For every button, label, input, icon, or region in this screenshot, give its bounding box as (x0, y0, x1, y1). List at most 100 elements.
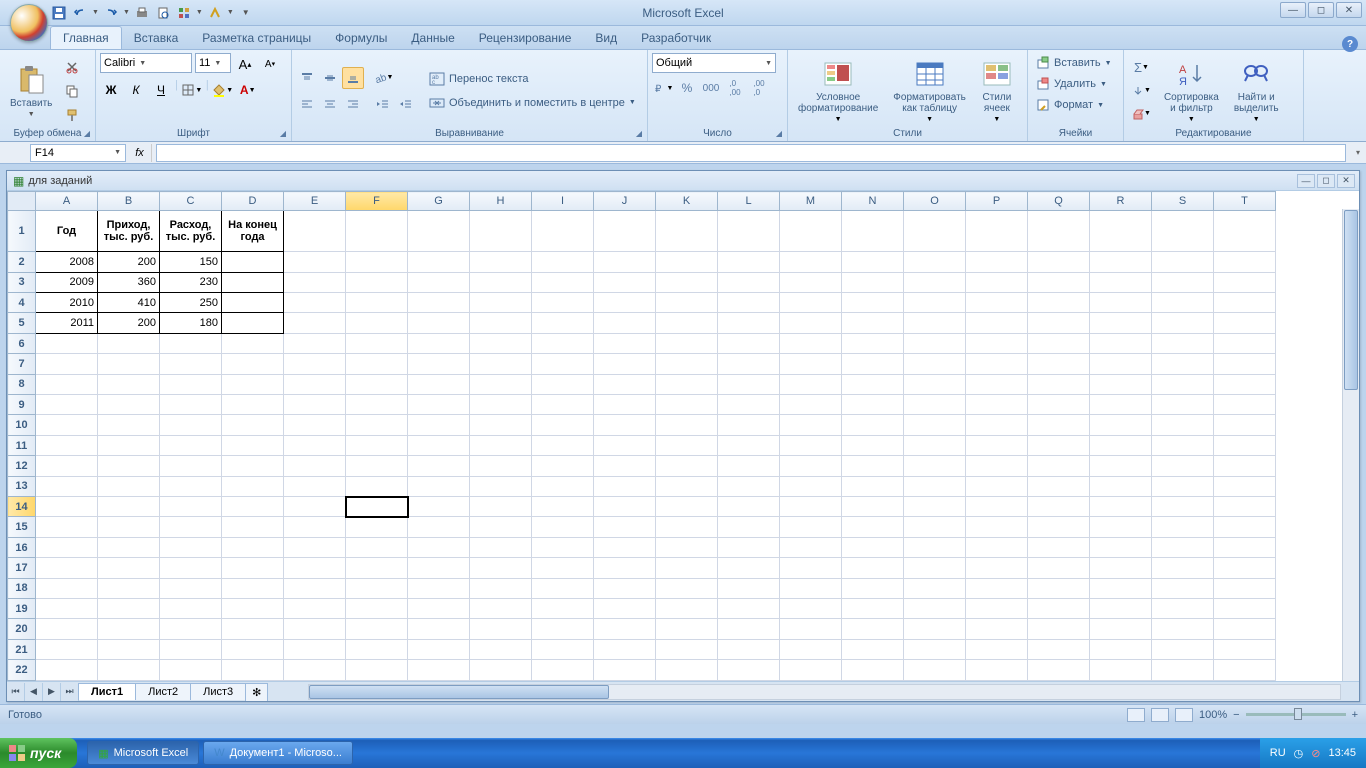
cell-L20[interactable] (718, 619, 780, 639)
col-header-T[interactable]: T (1214, 192, 1276, 211)
cell-R6[interactable] (1090, 333, 1152, 353)
cell-E16[interactable] (284, 537, 346, 557)
cell-D8[interactable] (222, 374, 284, 394)
cell-T1[interactable] (1214, 211, 1276, 252)
cell-P22[interactable] (966, 660, 1028, 681)
cell-R15[interactable] (1090, 517, 1152, 537)
cell-C8[interactable] (160, 374, 222, 394)
row-header-11[interactable]: 11 (8, 435, 36, 455)
cell-J15[interactable] (594, 517, 656, 537)
alignment-launcher[interactable]: ◢ (633, 127, 645, 139)
cell-L15[interactable] (718, 517, 780, 537)
sheet-nav-last[interactable]: ⏭ (61, 683, 79, 701)
cell-D5[interactable] (222, 313, 284, 333)
cell-C18[interactable] (160, 578, 222, 598)
increase-decimal-button[interactable]: ,0,00 (724, 77, 746, 99)
cell-K4[interactable] (656, 292, 718, 312)
cell-M21[interactable] (780, 639, 842, 659)
cell-M2[interactable] (780, 252, 842, 272)
italic-button[interactable]: К (125, 79, 147, 101)
cell-I13[interactable] (532, 476, 594, 496)
cell-J21[interactable] (594, 639, 656, 659)
cell-N10[interactable] (842, 415, 904, 435)
cell-K11[interactable] (656, 435, 718, 455)
tray-icon-1[interactable]: ◷ (1294, 747, 1304, 760)
cell-S11[interactable] (1152, 435, 1214, 455)
cell-M3[interactable] (780, 272, 842, 292)
cell-G16[interactable] (408, 537, 470, 557)
redo-icon[interactable] (102, 4, 120, 22)
cell-A17[interactable] (36, 558, 98, 578)
cell-T14[interactable] (1214, 497, 1276, 517)
cell-O5[interactable] (904, 313, 966, 333)
cell-B3[interactable]: 360 (98, 272, 160, 292)
cell-E8[interactable] (284, 374, 346, 394)
cell-J18[interactable] (594, 578, 656, 598)
cell-G13[interactable] (408, 476, 470, 496)
cell-P10[interactable] (966, 415, 1028, 435)
system-tray[interactable]: RU ◷ ⊘ 13:45 (1260, 738, 1366, 768)
taskbar-item-word[interactable]: WДокумент1 - Microso... (203, 741, 353, 765)
cell-B17[interactable] (98, 558, 160, 578)
minimize-button[interactable]: — (1280, 2, 1306, 18)
sort-filter-button[interactable]: АЯСортировка и фильтр▼ (1158, 56, 1225, 125)
cell-R13[interactable] (1090, 476, 1152, 496)
cell-O19[interactable] (904, 599, 966, 619)
cell-I16[interactable] (532, 537, 594, 557)
cell-G12[interactable] (408, 456, 470, 476)
cell-T13[interactable] (1214, 476, 1276, 496)
cell-M12[interactable] (780, 456, 842, 476)
cell-O16[interactable] (904, 537, 966, 557)
cell-S20[interactable] (1152, 619, 1214, 639)
cell-R21[interactable] (1090, 639, 1152, 659)
cell-T11[interactable] (1214, 435, 1276, 455)
format-table-button[interactable]: Форматировать как таблицу▼ (887, 56, 972, 125)
cell-F7[interactable] (346, 354, 408, 374)
cell-B19[interactable] (98, 599, 160, 619)
cell-A16[interactable] (36, 537, 98, 557)
row-header-22[interactable]: 22 (8, 660, 36, 681)
cell-T18[interactable] (1214, 578, 1276, 598)
tray-icon-2[interactable]: ⊘ (1311, 747, 1320, 760)
col-header-K[interactable]: K (656, 192, 718, 211)
cell-T21[interactable] (1214, 639, 1276, 659)
cell-A8[interactable] (36, 374, 98, 394)
cell-G14[interactable] (408, 497, 470, 517)
cell-D16[interactable] (222, 537, 284, 557)
cell-J13[interactable] (594, 476, 656, 496)
cell-R22[interactable] (1090, 660, 1152, 681)
cell-J22[interactable] (594, 660, 656, 681)
cell-L16[interactable] (718, 537, 780, 557)
fill-button[interactable]: ▼ (1128, 80, 1155, 102)
col-header-H[interactable]: H (470, 192, 532, 211)
cell-P14[interactable] (966, 497, 1028, 517)
cell-F14[interactable] (346, 497, 408, 517)
row-header-12[interactable]: 12 (8, 456, 36, 476)
align-bottom-button[interactable] (342, 67, 364, 89)
cell-B6[interactable] (98, 333, 160, 353)
cell-E17[interactable] (284, 558, 346, 578)
cell-O13[interactable] (904, 476, 966, 496)
cell-D12[interactable] (222, 456, 284, 476)
cell-S10[interactable] (1152, 415, 1214, 435)
align-top-button[interactable] (296, 67, 318, 89)
cell-P12[interactable] (966, 456, 1028, 476)
cell-H13[interactable] (470, 476, 532, 496)
cell-P18[interactable] (966, 578, 1028, 598)
cell-H18[interactable] (470, 578, 532, 598)
col-header-Q[interactable]: Q (1028, 192, 1090, 211)
cell-C9[interactable] (160, 395, 222, 415)
cell-J20[interactable] (594, 619, 656, 639)
cell-M11[interactable] (780, 435, 842, 455)
orientation-button[interactable]: ab▼ (372, 67, 394, 89)
cell-N1[interactable] (842, 211, 904, 252)
cell-H15[interactable] (470, 517, 532, 537)
cell-M13[interactable] (780, 476, 842, 496)
cell-C6[interactable] (160, 333, 222, 353)
paste-button[interactable]: Вставить ▼ (4, 62, 58, 120)
cell-G21[interactable] (408, 639, 470, 659)
qat-more-icon[interactable]: ▼ (237, 4, 255, 22)
cell-R16[interactable] (1090, 537, 1152, 557)
cell-I11[interactable] (532, 435, 594, 455)
save-icon[interactable] (50, 4, 68, 22)
